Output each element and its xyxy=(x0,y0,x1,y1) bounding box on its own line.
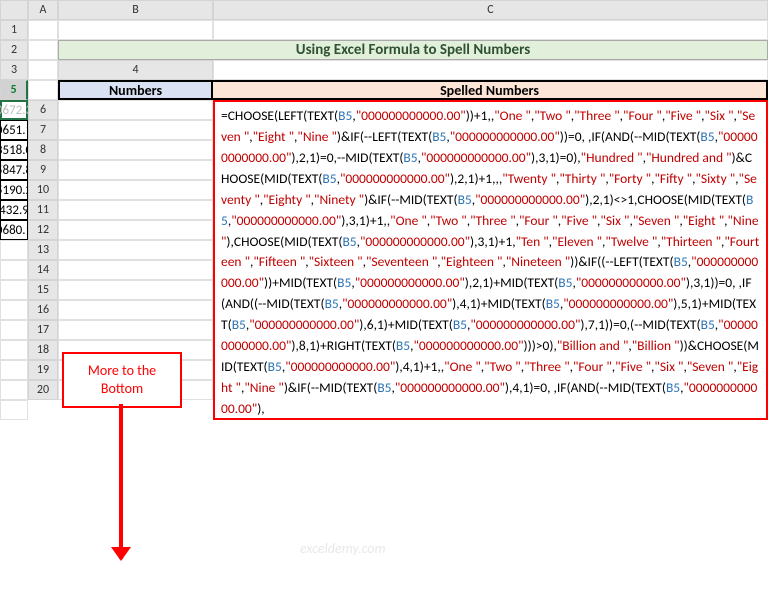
col-header-C[interactable]: C xyxy=(213,0,768,20)
cell[interactable] xyxy=(28,20,58,40)
cell[interactable] xyxy=(0,320,28,340)
header-numbers: Numbers xyxy=(58,80,213,100)
row-header[interactable]: 17 xyxy=(28,320,58,340)
cell[interactable] xyxy=(213,20,768,40)
row-header[interactable]: 2 xyxy=(0,40,28,60)
row-header[interactable]: 19 xyxy=(28,360,58,380)
row-header[interactable]: 8 xyxy=(28,140,58,160)
row-header[interactable]: 18 xyxy=(28,340,58,360)
callout-box: More to the Bottom xyxy=(62,352,182,408)
row-header[interactable]: 1 xyxy=(0,20,28,40)
cell[interactable] xyxy=(0,360,28,380)
row-header[interactable]: 12 xyxy=(28,220,58,240)
row-header[interactable]: 3 xyxy=(0,60,28,80)
cell[interactable] xyxy=(58,320,213,340)
formula-edit-overlay[interactable]: =CHOOSE(LEFT(TEXT(B5,"000000000000.00"))… xyxy=(213,100,768,420)
cell[interactable] xyxy=(58,20,213,40)
cell-number[interactable]: 23518.00 xyxy=(0,140,28,160)
row-header[interactable]: 7 xyxy=(28,120,58,140)
cell-number[interactable]: 8432.99 xyxy=(0,200,28,220)
cell[interactable] xyxy=(58,160,213,180)
row-header[interactable]: 16 xyxy=(28,300,58,320)
cell[interactable] xyxy=(213,60,768,80)
row-header-selected[interactable]: 5 xyxy=(0,80,28,100)
cell[interactable] xyxy=(28,40,58,60)
select-all-corner[interactable] xyxy=(0,0,28,20)
row-header[interactable]: 11 xyxy=(28,200,58,220)
cell-number[interactable]: 30651.19 xyxy=(0,120,28,140)
cell-number[interactable]: 45847.81 xyxy=(0,160,28,180)
row-header[interactable]: 4 xyxy=(58,60,213,80)
row-header[interactable]: 15 xyxy=(28,280,58,300)
row-header[interactable]: 9 xyxy=(28,160,58,180)
row-header[interactable]: 10 xyxy=(28,180,58,200)
watermark: exceldemy.com xyxy=(300,540,386,557)
cell[interactable] xyxy=(58,100,213,120)
cell[interactable] xyxy=(0,240,28,260)
active-cell[interactable]: 20672.35 xyxy=(0,100,28,120)
cell-number[interactable]: 70680.18 xyxy=(0,220,28,240)
cell[interactable] xyxy=(58,180,213,200)
header-spelled: Spelled Numbers xyxy=(213,80,768,100)
cell[interactable] xyxy=(28,60,58,80)
cell[interactable] xyxy=(0,340,28,360)
cell[interactable] xyxy=(0,300,28,320)
cell[interactable] xyxy=(58,280,213,300)
cell[interactable] xyxy=(58,240,213,260)
cell[interactable] xyxy=(58,120,213,140)
row-header[interactable]: 6 xyxy=(28,100,58,120)
cell[interactable] xyxy=(0,280,28,300)
row-header[interactable]: 20 xyxy=(28,380,58,400)
title-band: Using Excel Formula to Spell Numbers xyxy=(58,40,768,60)
cell[interactable] xyxy=(28,80,58,100)
cell[interactable] xyxy=(0,400,28,420)
row-header[interactable]: 13 xyxy=(28,240,58,260)
row-header[interactable]: 14 xyxy=(28,260,58,280)
cell[interactable] xyxy=(0,260,28,280)
cell[interactable] xyxy=(58,300,213,320)
col-header-A[interactable]: A xyxy=(28,0,58,20)
arrow-down-icon xyxy=(119,404,123,559)
col-header-B[interactable]: B xyxy=(58,0,213,20)
cell[interactable] xyxy=(58,140,213,160)
cell[interactable] xyxy=(0,380,28,400)
cell[interactable] xyxy=(58,220,213,240)
cell-number[interactable]: 65190.24 xyxy=(0,180,28,200)
cell[interactable] xyxy=(58,200,213,220)
cell[interactable] xyxy=(58,260,213,280)
